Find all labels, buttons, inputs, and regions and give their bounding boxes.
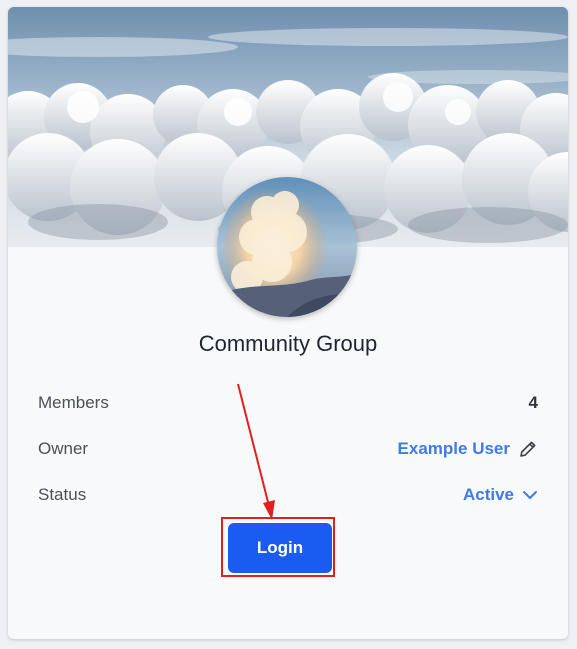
owner-value-wrap: Example User	[398, 439, 538, 459]
status-dropdown[interactable]: Active	[463, 485, 538, 505]
group-name: Community Group	[198, 331, 378, 356]
owner-label: Owner	[38, 439, 89, 458]
members-row: Members 4	[38, 393, 538, 417]
group-avatar	[217, 177, 357, 317]
chevron-down-icon[interactable]	[522, 487, 538, 503]
status-row: Status Active	[38, 485, 538, 509]
status-label: Status	[38, 485, 87, 504]
members-label: Members	[38, 393, 109, 412]
members-value-wrap: 4	[529, 393, 538, 413]
owner-link[interactable]: Example User	[398, 439, 510, 459]
members-count: 4	[528, 393, 538, 412]
status-value[interactable]: Active	[463, 485, 514, 505]
login-button[interactable]: Login	[228, 523, 332, 573]
owner-row: Owner Example User	[38, 439, 538, 463]
pencil-icon[interactable]	[518, 439, 538, 459]
